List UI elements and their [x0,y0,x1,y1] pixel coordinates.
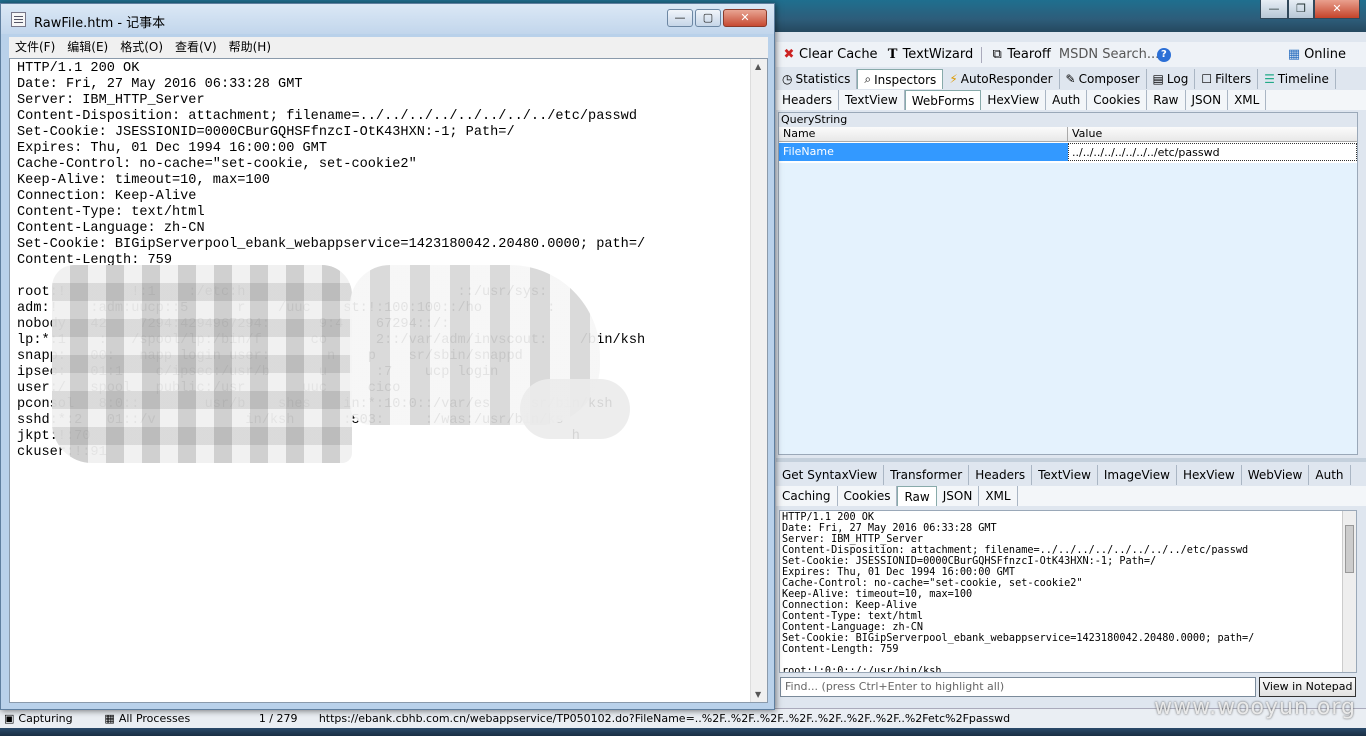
querystring-label: QueryString [779,113,1357,127]
req-tab-json[interactable]: JSON [1186,90,1229,110]
querystring-panel: QueryString Name Value FileName ../../..… [778,112,1358,455]
network-icon: ▦ [1287,46,1301,62]
raw-response-text[interactable]: HTTP/1.1 200 OK Date: Fri, 27 May 2016 0… [780,511,1356,672]
composer-icon: ✎ [1065,72,1076,86]
req-tab-textview[interactable]: TextView [839,90,905,110]
redaction-blur [52,265,352,463]
toolbar-divider [981,46,983,63]
log-icon: ▤ [1152,72,1164,86]
fiddler-minimize-button[interactable]: — [1260,0,1288,19]
online-indicator[interactable]: ▦ Online [1287,47,1346,62]
querystring-value-cell[interactable]: ../../../../../../../../etc/passwd [1068,143,1357,161]
autoresponder-icon: ⚡ [949,72,958,86]
req-tab-hexview[interactable]: HexView [981,90,1047,110]
menu-bar: 文件(F) 编辑(E) 格式(O) 查看(V) 帮助(H) [9,37,768,58]
req-tab-cookies[interactable]: Cookies [1087,90,1148,110]
maximize-button[interactable]: ▢ [695,9,721,27]
vertical-scrollbar[interactable]: ▲ ▼ [750,59,767,702]
scroll-up-icon[interactable]: ▲ [755,62,761,71]
menu-format[interactable]: 格式(O) [114,37,169,58]
help-icon[interactable]: ? [1156,47,1171,62]
main-tabs: ◷ Statistics ⌕ Inspectors ⚡ AutoResponder ✎… [776,69,1366,89]
request-inspector-tabs: Headers TextView WebForms HexView Auth C… [776,90,1366,110]
msdn-search-input[interactable]: MSDN Search... [1059,47,1159,62]
req-tab-xml[interactable]: XML [1228,90,1267,110]
notepad-app-icon [11,12,26,27]
tab-autoresponder[interactable]: ⚡ AutoResponder [943,69,1060,89]
capturing-status[interactable]: Capturing [18,712,76,725]
menu-file[interactable]: 文件(F) [9,37,61,58]
response-inspector-tabs-row1: Get SyntaxView Transformer Headers TextV… [776,465,1366,485]
capturing-icon: ▣ [4,712,15,725]
resp-tab-xml[interactable]: XML [979,486,1018,506]
find-input[interactable]: Find... (press Ctrl+Enter to highlight a… [780,677,1256,697]
req-tab-headers[interactable]: Headers [776,90,839,110]
filters-checkbox-icon: ☐ [1201,72,1213,86]
text-editor-area[interactable]: HTTP/1.1 200 OK Date: Fri, 27 May 2016 0… [9,58,768,703]
clear-cache-icon: ✖ [783,46,795,62]
pane-splitter[interactable] [776,458,1366,462]
minimize-button[interactable]: — [667,9,693,27]
response-inspector-tabs-row2: Caching Cookies Raw JSON XML [776,486,1366,506]
column-header-name[interactable]: Name [779,127,1068,141]
column-header-value[interactable]: Value [1068,127,1102,141]
scroll-down-icon[interactable]: ▼ [755,690,761,699]
statistics-icon: ◷ [782,72,793,86]
req-tab-auth[interactable]: Auth [1046,90,1088,110]
req-tab-webforms[interactable]: WebForms [904,90,982,110]
notepad-titlebar[interactable]: RawFile.htm - 记事本 — ▢ ✕ [1,4,774,34]
raw-response-scrollbar[interactable] [1342,511,1356,672]
selected-url: https://ebank.cbhb.com.cn/webappservice/… [318,712,1011,725]
tab-composer[interactable]: ✎ Composer [1060,69,1147,89]
resp-tab-raw[interactable]: Raw [897,486,937,506]
resp-tab-imageview[interactable]: ImageView [1098,465,1177,485]
resp-tab-textview[interactable]: TextView [1032,465,1098,485]
tab-statistics[interactable]: ◷ Statistics [776,69,858,89]
close-button[interactable]: ✕ [723,9,767,27]
raw-response-panel[interactable]: HTTP/1.1 200 OK Date: Fri, 27 May 2016 0… [779,510,1357,673]
resp-tab-headers[interactable]: Headers [969,465,1033,485]
resp-tab-caching[interactable]: Caching [776,486,838,506]
menu-view[interactable]: 查看(V) [169,37,223,58]
notepad-window: RawFile.htm - 记事本 — ▢ ✕ 文件(F) 编辑(E) 格式(O… [0,3,775,710]
window-title: RawFile.htm - 记事本 [34,16,166,31]
session-count: 1 / 279 [258,712,298,725]
resp-tab-webview[interactable]: WebView [1242,465,1310,485]
textwizard-button[interactable]: T TextWizard [886,46,973,62]
querystring-name-cell[interactable]: FileName [779,143,1068,161]
menu-help[interactable]: 帮助(H) [223,37,277,58]
tearoff-button[interactable]: ⧉ Tearoff [990,47,1051,62]
textwizard-icon: T [887,46,898,62]
table-row[interactable]: FileName ../../../../../../../../etc/pas… [779,143,1357,161]
view-in-notepad-button[interactable]: View in Notepad [1259,677,1356,697]
scrollbar-thumb[interactable] [1345,525,1354,573]
resp-tab-cookies[interactable]: Cookies [838,486,898,506]
req-tab-raw[interactable]: Raw [1147,90,1186,110]
resp-tab-transformer[interactable]: Transformer [884,465,970,485]
resp-tab-hexview[interactable]: HexView [1177,465,1242,485]
inspectors-icon: ⌕ [864,72,872,86]
watermark: www.wooyun.org [1154,695,1356,720]
fiddler-toolbar: ✖ Clear Cache T TextWizard ⧉ Tearoff MSD… [776,42,1366,67]
tab-filters[interactable]: ☐ Filters [1195,69,1259,89]
menu-edit[interactable]: 编辑(E) [61,37,114,58]
taskbar [0,728,1366,736]
tab-timeline[interactable]: ☰ Timeline [1258,69,1336,89]
querystring-empty-area [779,163,1357,454]
resp-tab-syntaxview[interactable]: Get SyntaxView [776,465,885,485]
tearoff-icon: ⧉ [992,46,1002,62]
fiddler-maximize-button[interactable]: ❐ [1288,0,1314,19]
querystring-header: Name Value [779,127,1357,142]
tab-inspectors[interactable]: ⌕ Inspectors [857,69,944,89]
fiddler-close-button[interactable]: ✕ [1314,0,1360,19]
clear-cache-button[interactable]: ✖ Clear Cache [782,47,878,62]
redaction-blur [520,379,630,439]
timeline-icon: ☰ [1264,72,1275,86]
resp-tab-auth[interactable]: Auth [1309,465,1351,485]
resp-tab-json[interactable]: JSON [937,486,980,506]
tab-log[interactable]: ▤ Log [1147,69,1196,89]
process-filter[interactable]: All Processes [119,712,239,725]
processes-icon: ▦ [104,712,115,725]
